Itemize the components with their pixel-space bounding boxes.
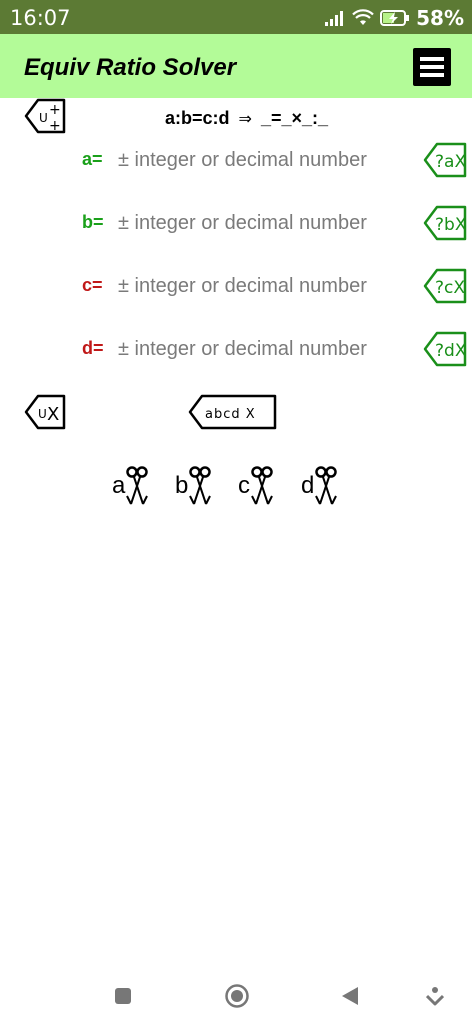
- formula-left: a:b=c:d: [165, 108, 230, 128]
- insert-plus-tag-icon[interactable]: U + +: [24, 98, 68, 136]
- cut-d-button[interactable]: d: [301, 462, 338, 506]
- svg-text:+: +: [49, 118, 61, 134]
- system-nav-bar: [0, 975, 472, 1024]
- formula-arrow: ⇒: [238, 111, 252, 128]
- label-c: c=: [82, 275, 103, 295]
- svg-text:X: X: [47, 404, 59, 425]
- svg-text:U: U: [39, 111, 48, 125]
- scissors-icon: [315, 466, 338, 505]
- svg-text:?cX: ?cX: [435, 278, 465, 298]
- label-b: b=: [82, 212, 104, 232]
- cut-a-button[interactable]: a: [112, 462, 149, 506]
- clear-all-tag-icon[interactable]: abcd X: [188, 394, 278, 432]
- clear-d-tag-icon[interactable]: ?dX: [423, 331, 467, 369]
- svg-text:abcd X: abcd X: [205, 407, 256, 422]
- home-icon[interactable]: [224, 983, 250, 1009]
- ratio-formula: a:b=c:d ⇒ _=_×_:_: [165, 108, 328, 129]
- scissors-icon: [189, 466, 212, 505]
- svg-text:+: +: [49, 102, 61, 118]
- scissors-icon: [251, 466, 273, 505]
- svg-text:?bX: ?bX: [435, 215, 467, 235]
- input-a[interactable]: [118, 145, 408, 175]
- cut-a-label: a: [112, 472, 126, 499]
- label-d: d=: [82, 338, 104, 358]
- signal-icon: [325, 11, 344, 26]
- undo-clear-tag-icon[interactable]: U X: [24, 394, 68, 432]
- wifi-icon: [352, 9, 374, 25]
- clear-b-tag-icon[interactable]: ?bX: [423, 205, 467, 243]
- clear-c-tag-icon[interactable]: ?cX: [423, 268, 467, 306]
- status-bar: 16:07 58%: [0, 0, 472, 34]
- recent-apps-icon[interactable]: [113, 986, 133, 1006]
- back-icon[interactable]: [340, 985, 360, 1007]
- cut-d-label: d: [301, 472, 315, 499]
- label-a: a=: [82, 149, 103, 169]
- status-time: 16:07: [10, 6, 71, 30]
- svg-text:U: U: [38, 407, 47, 421]
- hamburger-menu-icon[interactable]: [413, 48, 451, 86]
- input-b[interactable]: [118, 208, 408, 238]
- scissors-icon: [126, 466, 149, 505]
- svg-text:?aX: ?aX: [435, 152, 466, 172]
- cut-c-label: c: [238, 472, 250, 499]
- app-title: Equiv Ratio Solver: [24, 54, 237, 81]
- app-bar: Equiv Ratio Solver: [0, 34, 472, 98]
- cut-b-button[interactable]: b: [175, 462, 212, 506]
- battery-percent: 58%: [416, 6, 464, 30]
- input-c[interactable]: [118, 271, 408, 301]
- cut-c-button[interactable]: c: [238, 462, 274, 506]
- formula-right: _=_×_:_: [260, 108, 329, 128]
- assistant-icon[interactable]: [426, 985, 444, 1007]
- input-d[interactable]: [118, 334, 408, 364]
- svg-text:?dX: ?dX: [435, 341, 467, 361]
- cut-b-label: b: [175, 472, 189, 499]
- battery-charging-icon: [380, 10, 410, 26]
- clear-a-tag-icon[interactable]: ?aX: [423, 142, 467, 180]
- status-icons: 58%: [324, 6, 464, 30]
